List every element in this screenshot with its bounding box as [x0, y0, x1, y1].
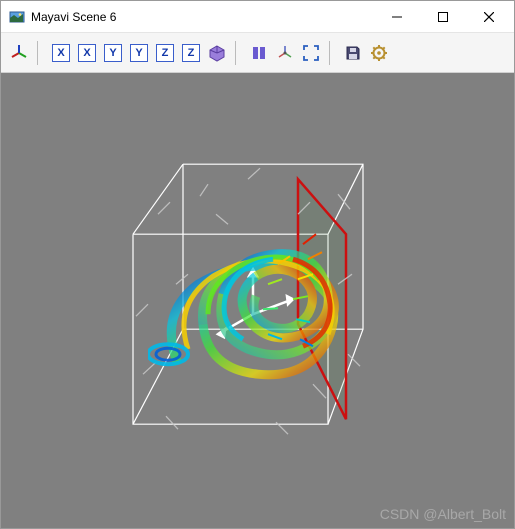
- close-button[interactable]: [466, 1, 512, 32]
- fullscreen-button[interactable]: [299, 41, 323, 65]
- window-title: Mayavi Scene 6: [31, 10, 374, 24]
- streamlines: [148, 184, 368, 404]
- axis-label: Y: [130, 44, 148, 62]
- view-minus-x-button[interactable]: X: [75, 41, 99, 65]
- watermark-text: CSDN @Albert_Bolt: [380, 506, 506, 522]
- axis-label: X: [52, 44, 70, 62]
- view-plus-y-button[interactable]: Y: [101, 41, 125, 65]
- axis-label: Z: [156, 44, 174, 62]
- app-icon: [9, 9, 25, 25]
- toolbar-separator: [235, 41, 241, 65]
- titlebar: Mayavi Scene 6: [1, 1, 514, 33]
- scene-3d: [88, 124, 428, 464]
- parallel-projection-button[interactable]: [247, 41, 271, 65]
- toolbar-separator: [37, 41, 43, 65]
- view-plus-x-button[interactable]: X: [49, 41, 73, 65]
- view-minus-z-button[interactable]: Z: [179, 41, 203, 65]
- save-scene-button[interactable]: [341, 41, 365, 65]
- axis-label: X: [78, 44, 96, 62]
- maximize-button[interactable]: [420, 1, 466, 32]
- axis-label: Z: [182, 44, 200, 62]
- view-plus-z-button[interactable]: Z: [153, 41, 177, 65]
- toolbar-separator: [329, 41, 335, 65]
- isometric-view-button[interactable]: [205, 41, 229, 65]
- configure-scene-button[interactable]: [367, 41, 391, 65]
- window-controls: [374, 1, 512, 32]
- toolbar: X X Y Y Z Z: [1, 33, 514, 73]
- toggle-axes-button[interactable]: [273, 41, 297, 65]
- orientation-triad-icon[interactable]: [7, 41, 31, 65]
- render-viewport[interactable]: CSDN @Albert_Bolt: [1, 73, 514, 528]
- axis-label: Y: [104, 44, 122, 62]
- app-window: Mayavi Scene 6 X X Y Y Z Z: [0, 0, 515, 529]
- view-minus-y-button[interactable]: Y: [127, 41, 151, 65]
- minimize-button[interactable]: [374, 1, 420, 32]
